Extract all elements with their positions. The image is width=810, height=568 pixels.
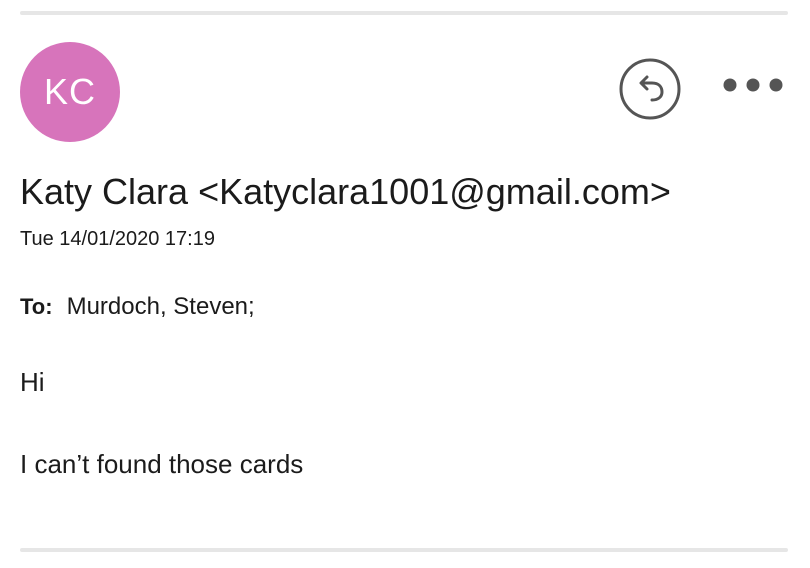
sender-avatar[interactable]: KC (20, 42, 120, 142)
reply-icon (619, 58, 681, 120)
to-line: To: Murdoch, Steven; (20, 292, 255, 322)
more-actions-button[interactable] (718, 70, 788, 100)
more-options-icon (723, 78, 783, 92)
to-label: To: (20, 294, 53, 319)
bottom-divider (20, 548, 788, 552)
top-divider (20, 11, 788, 15)
email-reading-pane: KC Katy Clara <Katyclara1001@gmail.com> … (0, 0, 810, 568)
message-date: Tue 14/01/2020 17:19 (20, 228, 215, 250)
sender-name-and-email: Katy Clara <Katyclara1001@gmail.com> (20, 171, 671, 212)
to-recipient[interactable]: Murdoch, Steven; (67, 292, 255, 322)
message-body-line: I can’t found those cards (20, 449, 304, 479)
message-body-line: Hi (20, 367, 45, 397)
reply-button[interactable] (618, 57, 682, 121)
avatar-initials: KC (43, 71, 96, 112)
